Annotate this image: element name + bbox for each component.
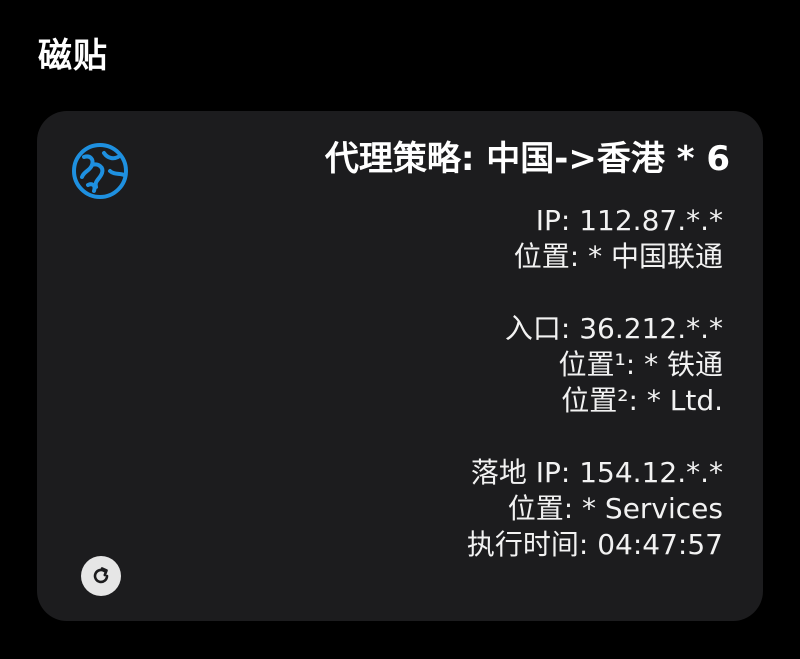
- exit-location-line: 位置: * Services: [507, 492, 723, 525]
- page: 磁贴 代理策略: 中国->香港 * 6 IP: 112.87.*.* 位置: *…: [0, 0, 800, 659]
- refresh-icon: [89, 564, 113, 588]
- refresh-button[interactable]: [81, 556, 121, 596]
- proxy-policy-tile[interactable]: 代理策略: 中国->香港 * 6 IP: 112.87.*.* 位置: * 中国…: [37, 111, 763, 621]
- ip-line: IP: 112.87.*.*: [535, 204, 723, 237]
- ip-location-line: 位置: * 中国联通: [513, 240, 723, 273]
- exec-time-line: 执行时间: 04:47:57: [466, 528, 723, 561]
- entry-line: 入口: 36.212.*.*: [504, 312, 723, 345]
- entry-location-2-line: 位置²: * Ltd.: [561, 384, 723, 417]
- exit-ip-line: 落地 IP: 154.12.*.*: [470, 456, 723, 489]
- section-title: 磁贴: [38, 36, 108, 76]
- proxy-info: IP: 112.87.*.* 位置: * 中国联通 入口: 36.212.*.*…: [163, 203, 723, 563]
- tile-title: 代理策略: 中国->香港 * 6: [324, 139, 730, 179]
- globe-icon: [70, 141, 130, 201]
- entry-location-1-line: 位置¹: * 铁通: [558, 348, 723, 381]
